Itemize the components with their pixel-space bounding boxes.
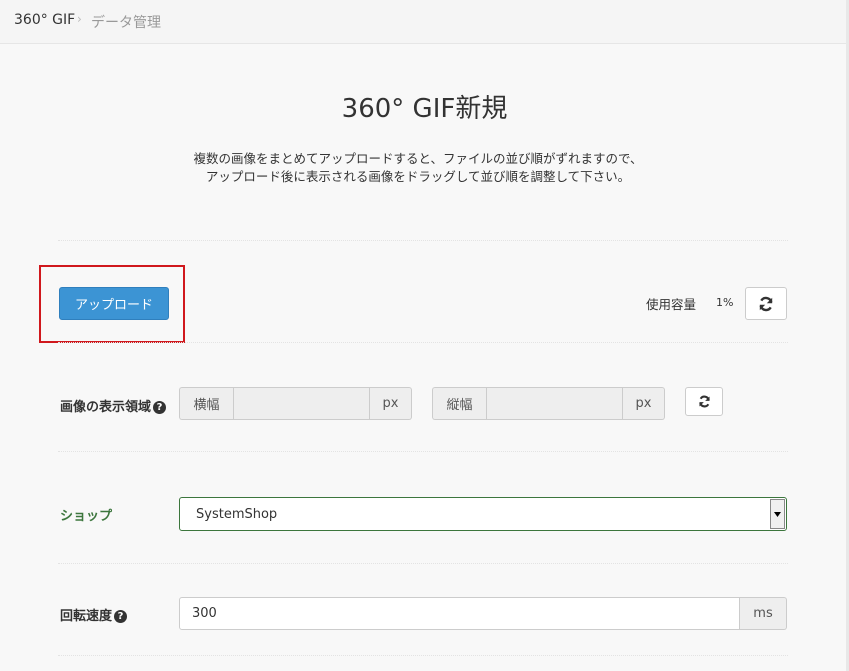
height-input-group: 縦幅 px <box>432 387 665 420</box>
help-icon[interactable]: ? <box>153 401 167 414</box>
speed-label: 回転速度? <box>60 605 128 624</box>
speed-input-group: ms <box>179 597 787 630</box>
chevron-down-icon[interactable] <box>770 499 785 529</box>
width-input[interactable] <box>233 387 370 420</box>
help-icon[interactable]: ? <box>114 610 128 623</box>
width-label-addon: 横幅 <box>179 387 233 420</box>
usage-label: 使用容量 <box>646 297 697 312</box>
description-line-1: 複数の画像をまとめてアップロードすると、ファイルの並び順がずれますので、 <box>193 151 643 166</box>
shop-label: ショップ <box>60 509 113 524</box>
height-unit-addon: px <box>623 387 665 420</box>
shop-select[interactable]: SystemShop <box>179 497 787 531</box>
breadcrumb-separator: › <box>77 12 82 26</box>
section-divider <box>58 240 788 241</box>
speed-unit-addon: ms <box>740 597 787 630</box>
speed-label-text: 回転速度 <box>60 609 113 624</box>
height-input[interactable] <box>486 387 623 420</box>
page-description: 複数の画像をまとめてアップロードすると、ファイルの並び順がずれますので、 アップ… <box>0 150 836 186</box>
section-divider <box>58 563 788 564</box>
description-line-2: アップロード後に表示される画像をドラッグして並び順を調整して下さい。 <box>205 169 631 184</box>
section-divider <box>58 342 788 343</box>
display-area-label-text: 画像の表示領域 <box>60 400 152 415</box>
breadcrumb-root-link[interactable]: 360° GIF <box>14 12 75 28</box>
page-title: 360° GIF新規 <box>341 94 508 124</box>
breadcrumb-current: データ管理 <box>91 15 161 31</box>
display-area-label: 画像の表示領域? <box>60 396 167 415</box>
usage-value: 1% <box>716 296 734 309</box>
width-input-group: 横幅 px <box>179 387 412 420</box>
refresh-icon <box>759 296 773 311</box>
display-area-refresh-button[interactable] <box>685 387 723 416</box>
width-unit-addon: px <box>370 387 412 420</box>
usage-refresh-button[interactable] <box>745 287 787 320</box>
shop-select-value: SystemShop <box>196 507 278 522</box>
caret-down-icon <box>774 511 781 517</box>
height-label-addon: 縦幅 <box>432 387 486 420</box>
speed-input[interactable] <box>179 597 740 630</box>
upload-button[interactable]: アップロード <box>59 287 169 320</box>
breadcrumb: 360° GIF › データ管理 <box>0 0 849 44</box>
section-divider <box>58 655 788 656</box>
refresh-icon <box>698 395 710 408</box>
section-divider <box>58 451 788 452</box>
